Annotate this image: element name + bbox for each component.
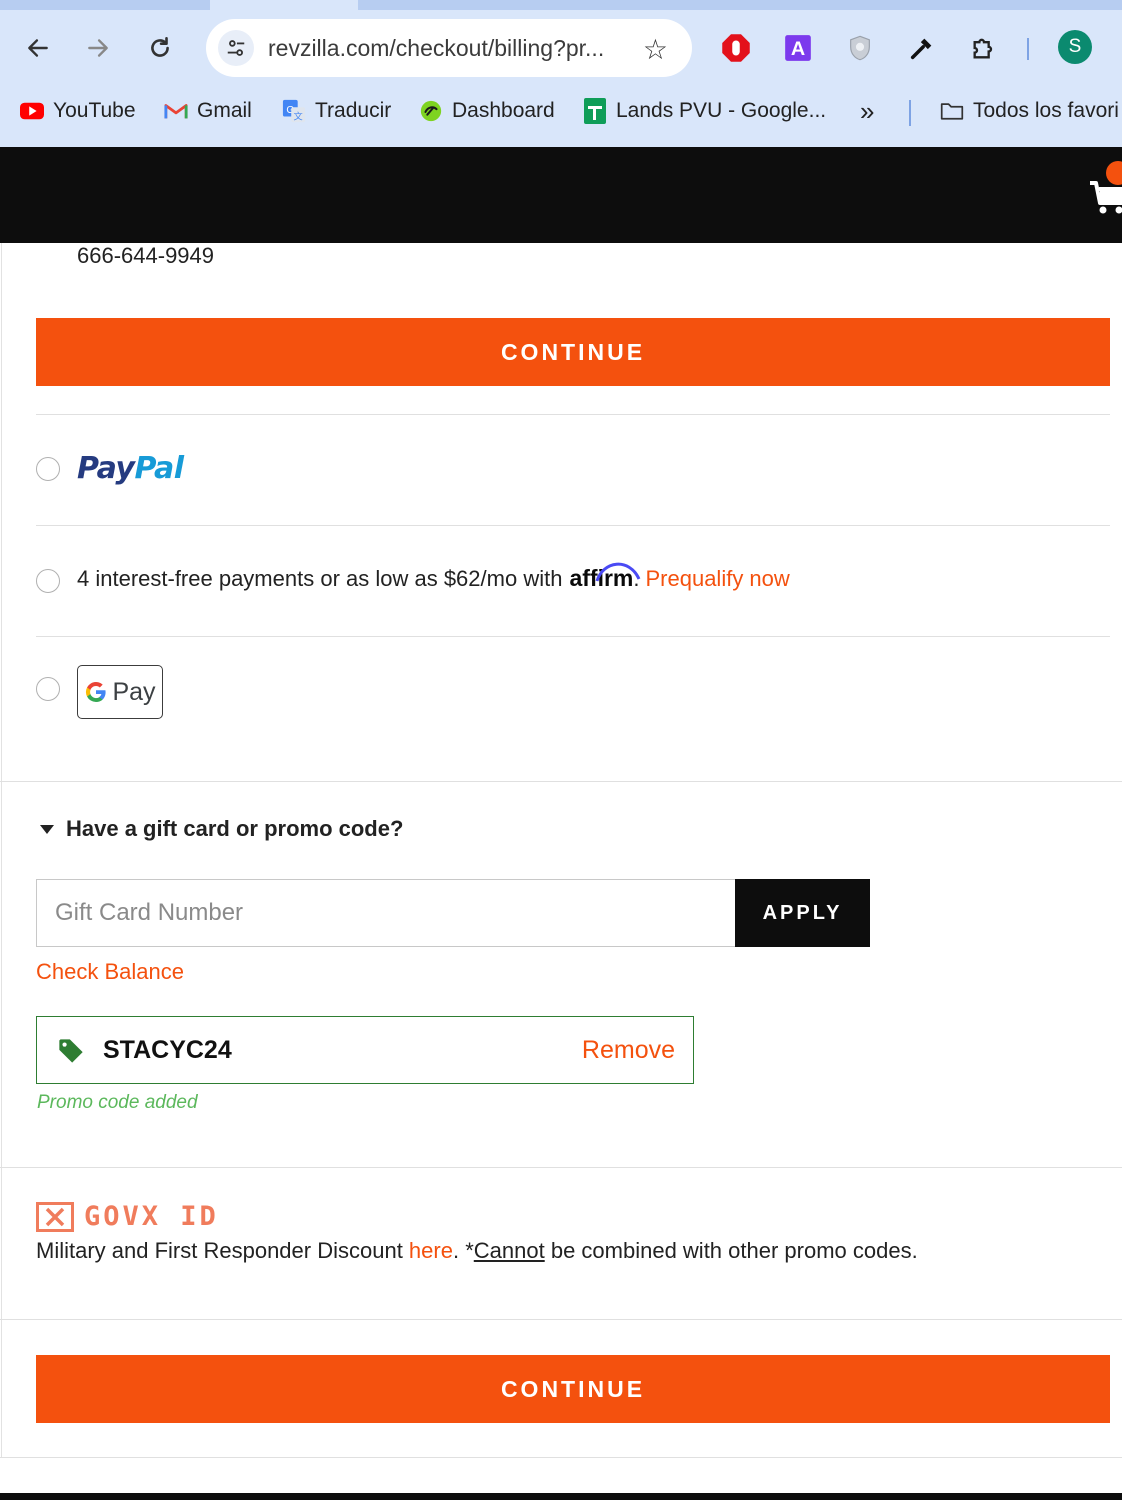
section-divider xyxy=(0,1319,1122,1320)
bookmark-star-icon[interactable]: ☆ xyxy=(643,33,668,66)
check-balance-link[interactable]: Check Balance xyxy=(36,959,184,985)
browser-chrome: revzilla.com/checkout/billing?pr... ☆ A … xyxy=(0,0,1122,147)
back-arrow-icon xyxy=(28,39,48,57)
bookmarks-bar: YouTube Gmail G文 Traducir Dashboard Land… xyxy=(0,88,1122,134)
section-divider xyxy=(0,1457,1122,1458)
military-discount-text: Military and First Responder Discount he… xyxy=(36,1238,918,1263)
eyedropper-icon xyxy=(910,38,932,60)
bookmark-label: Todos los favori xyxy=(973,99,1119,122)
bookmark-gmail[interactable]: Gmail xyxy=(164,96,252,126)
bookmarks-divider xyxy=(909,100,911,126)
extensions-menu-button[interactable] xyxy=(968,32,1000,64)
bookmark-lands-pvu[interactable]: Lands PVU - Google... xyxy=(583,96,826,126)
all-bookmarks-folder[interactable]: Todos los favori xyxy=(940,96,1119,126)
continue-button[interactable]: CONTINUE xyxy=(36,318,1110,386)
divider xyxy=(36,414,1110,415)
forward-button[interactable] xyxy=(80,30,116,66)
browser-toolbar: revzilla.com/checkout/billing?pr... ☆ A … xyxy=(0,10,1122,86)
reload-icon xyxy=(151,36,169,57)
affirm-logo: affirm xyxy=(569,562,641,592)
gpay-label: Pay xyxy=(112,677,156,706)
dashboard-icon xyxy=(419,99,443,123)
affirm-radio[interactable] xyxy=(36,569,60,593)
billing-phone: 666-644-9949 xyxy=(77,243,215,268)
promo-status: Promo code added xyxy=(37,1092,198,1113)
apply-button[interactable]: APPLY xyxy=(735,879,870,947)
url-text[interactable]: revzilla.com/checkout/billing?pr... xyxy=(268,35,604,62)
svg-text:A: A xyxy=(791,38,805,60)
section-divider xyxy=(0,781,1122,782)
address-bar[interactable]: revzilla.com/checkout/billing?pr... ☆ xyxy=(206,19,692,77)
forward-arrow-icon xyxy=(88,39,108,57)
youtube-icon xyxy=(20,99,44,123)
tag-icon xyxy=(59,1039,83,1063)
tune-icon xyxy=(227,40,245,56)
bookmark-dashboard[interactable]: Dashboard xyxy=(419,96,555,126)
svg-text:文: 文 xyxy=(294,110,303,122)
divider xyxy=(36,525,1110,526)
bookmark-label: Lands PVU - Google... xyxy=(616,99,827,122)
profile-avatar[interactable]: S xyxy=(1058,30,1092,64)
folder-icon xyxy=(940,99,964,123)
gift-card-input[interactable] xyxy=(36,879,736,947)
billing-page: 666-644-9949 CONTINUE PayPal 4 interest-… xyxy=(0,243,1122,1500)
tab-strip xyxy=(0,0,1122,10)
adblock-extension[interactable] xyxy=(720,32,752,64)
toolbar-divider xyxy=(1027,38,1029,60)
promo-toggle[interactable]: Have a gift card or promo code? xyxy=(40,816,403,842)
stop-sign-icon xyxy=(722,34,750,62)
bookmark-label: Gmail xyxy=(197,99,252,122)
back-button[interactable] xyxy=(20,30,56,66)
bookmark-label: Traducir xyxy=(315,99,392,122)
shield-extension[interactable] xyxy=(844,32,876,64)
letter-a-icon: A xyxy=(785,35,811,61)
font-extension[interactable]: A xyxy=(782,32,814,64)
promo-toggle-label: Have a gift card or promo code? xyxy=(66,816,404,841)
bookmark-traducir[interactable]: G文 Traducir xyxy=(282,96,391,126)
caret-down-icon xyxy=(40,824,54,834)
cannot-text: Cannot xyxy=(473,1238,545,1263)
content-border xyxy=(1,243,2,1458)
affirm-option: 4 interest-free payments or as low as $6… xyxy=(77,562,790,592)
bookmark-label: YouTube xyxy=(53,99,136,122)
affirm-arc-icon xyxy=(596,562,641,582)
applied-promo-box: STACYC24 Remove xyxy=(36,1016,694,1084)
divider xyxy=(36,636,1110,637)
gmail-icon xyxy=(164,99,188,123)
google-g-icon xyxy=(86,682,107,702)
paypal-logo: PayPal xyxy=(77,451,184,486)
sheets-icon xyxy=(583,98,607,124)
shield-icon xyxy=(850,35,870,61)
puzzle-piece-icon xyxy=(973,38,993,59)
prequalify-link[interactable]: Prequalify now xyxy=(645,566,789,592)
continue-button-bottom[interactable]: CONTINUE xyxy=(36,1355,1110,1423)
footer-edge xyxy=(0,1493,1122,1500)
paypal-radio[interactable] xyxy=(36,457,60,481)
affirm-description: 4 interest-free payments or as low as $6… xyxy=(77,566,563,591)
promo-code: STACYC24 xyxy=(103,1036,232,1064)
reload-button[interactable] xyxy=(142,30,178,66)
site-header xyxy=(0,147,1122,243)
google-pay-button[interactable]: Pay xyxy=(77,665,163,719)
bookmark-youtube[interactable]: YouTube xyxy=(20,96,136,126)
section-divider xyxy=(0,1167,1122,1168)
more-bookmarks-button[interactable]: » xyxy=(860,96,874,126)
active-tab[interactable] xyxy=(210,0,358,10)
eyedropper-extension[interactable] xyxy=(906,32,938,64)
remove-promo-link[interactable]: Remove xyxy=(582,1036,675,1065)
govx-here-link[interactable]: here xyxy=(409,1238,453,1263)
govx-logo: GOVX ID xyxy=(36,1201,219,1232)
bookmark-label: Dashboard xyxy=(452,99,555,122)
translate-icon: G文 xyxy=(282,99,306,123)
govx-mark-icon xyxy=(36,1201,74,1232)
gpay-radio[interactable] xyxy=(36,677,60,701)
site-info-button[interactable] xyxy=(218,30,254,66)
